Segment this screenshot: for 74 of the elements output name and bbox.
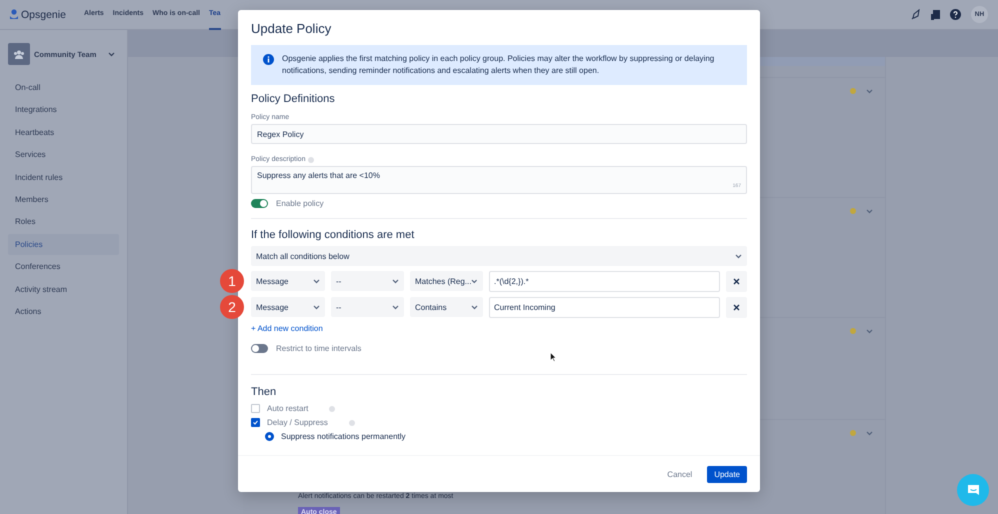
info-text: Opsgenie applies the first matching policy in each policy group. Policies may alter the workflow by suppressing or delaying notifications, sending reminder notifications and escalating alerts when they are still open. [282, 53, 716, 77]
condition-value-field[interactable]: .*(\d{2,}).* [489, 271, 720, 292]
sidebar-item[interactable]: Conferences [8, 256, 119, 278]
sidebar-item[interactable]: Activity stream [8, 278, 119, 300]
expand-toggle[interactable] [866, 88, 873, 94]
radio-button[interactable] [265, 432, 274, 441]
sub-field-select[interactable]: -- [331, 271, 404, 291]
condition-value-field[interactable]: Current Incoming [489, 297, 720, 318]
update-button[interactable]: Update [707, 466, 747, 482]
expand-toggle[interactable] [866, 328, 873, 334]
chat-button[interactable] [957, 474, 989, 506]
cancel-button[interactable]: Cancel [660, 466, 700, 482]
info-icon [263, 54, 274, 65]
mouse-cursor-icon [550, 352, 557, 362]
number-badge: 2 [220, 295, 244, 319]
chevron-down-icon [313, 278, 320, 284]
chevron-down-icon [471, 304, 478, 310]
status-dot [850, 328, 856, 334]
chevron-down-icon [392, 278, 399, 284]
field-select[interactable]: Message [251, 271, 325, 291]
expand-toggle[interactable] [866, 208, 873, 214]
section-title: Policy Definitions [251, 93, 336, 105]
add-condition-link[interactable]: + Add new condition [251, 324, 323, 333]
logo-text: Opsgenie [21, 8, 66, 20]
match-select[interactable]: Match all conditions below [251, 246, 747, 266]
status-dot [850, 88, 856, 94]
section-title: Then [251, 386, 278, 398]
operator-select[interactable]: Matches (Reg... [410, 271, 483, 291]
chat-icon [966, 484, 980, 496]
close-icon [733, 304, 740, 311]
chevron-down-icon [866, 88, 873, 94]
chevron-down-icon [866, 430, 873, 436]
policy-name-field[interactable]: Regex Policy [251, 124, 747, 144]
team-icon [8, 43, 30, 65]
toggle-label: Enable policy [276, 199, 324, 208]
sidebar-item[interactable]: Members [8, 188, 119, 210]
checkbox[interactable] [251, 404, 260, 413]
chevron-down-icon [108, 52, 116, 56]
dialog-title: Update Policy [250, 20, 332, 38]
sidebar-item[interactable]: Heartbeats [8, 122, 119, 143]
chevron-down-icon [313, 304, 320, 310]
sidebar-item[interactable]: On-call [8, 77, 119, 98]
operator-select[interactable]: Contains [410, 297, 483, 317]
sidebar-item[interactable]: Roles [8, 211, 119, 232]
enable-toggle[interactable] [251, 199, 268, 208]
expand-toggle[interactable] [866, 430, 873, 436]
chevron-down-icon [735, 254, 742, 258]
logo-icon [10, 9, 18, 20]
sidebar-item[interactable]: Policies [8, 234, 119, 255]
sub-field-select[interactable]: -- [331, 297, 404, 317]
number-badge: 1 [220, 269, 244, 293]
remove-condition-button[interactable] [726, 297, 747, 318]
restrict-toggle[interactable] [251, 344, 268, 353]
logo[interactable]: Opsgenie [10, 8, 66, 20]
remove-condition-button[interactable] [726, 271, 747, 292]
chevron-down-icon [866, 208, 873, 214]
sidebar-item[interactable]: Actions [8, 300, 119, 322]
radio-label: Suppress notifications permanently [281, 432, 406, 441]
status-dot [850, 430, 856, 436]
checkbox-label: Delay / Suppress [267, 418, 328, 427]
section-title: If the following conditions are met [251, 229, 416, 241]
checkbox-label: Auto restart [267, 404, 308, 413]
checkbox[interactable] [251, 418, 260, 427]
chevron-down-icon [866, 328, 873, 334]
chevron-down-icon [471, 278, 478, 284]
close-icon [733, 278, 740, 285]
toggle-label: Restrict to time intervals [276, 344, 362, 353]
book-icon[interactable] [931, 10, 940, 20]
sidebar-item[interactable]: Integrations [8, 99, 119, 120]
chevron-down-icon [392, 304, 399, 310]
field-select[interactable]: Message [251, 297, 325, 317]
status-dot [850, 208, 856, 214]
sidebar-item[interactable]: Incident rules [8, 166, 119, 188]
sidebar-item[interactable]: Services [8, 144, 119, 166]
